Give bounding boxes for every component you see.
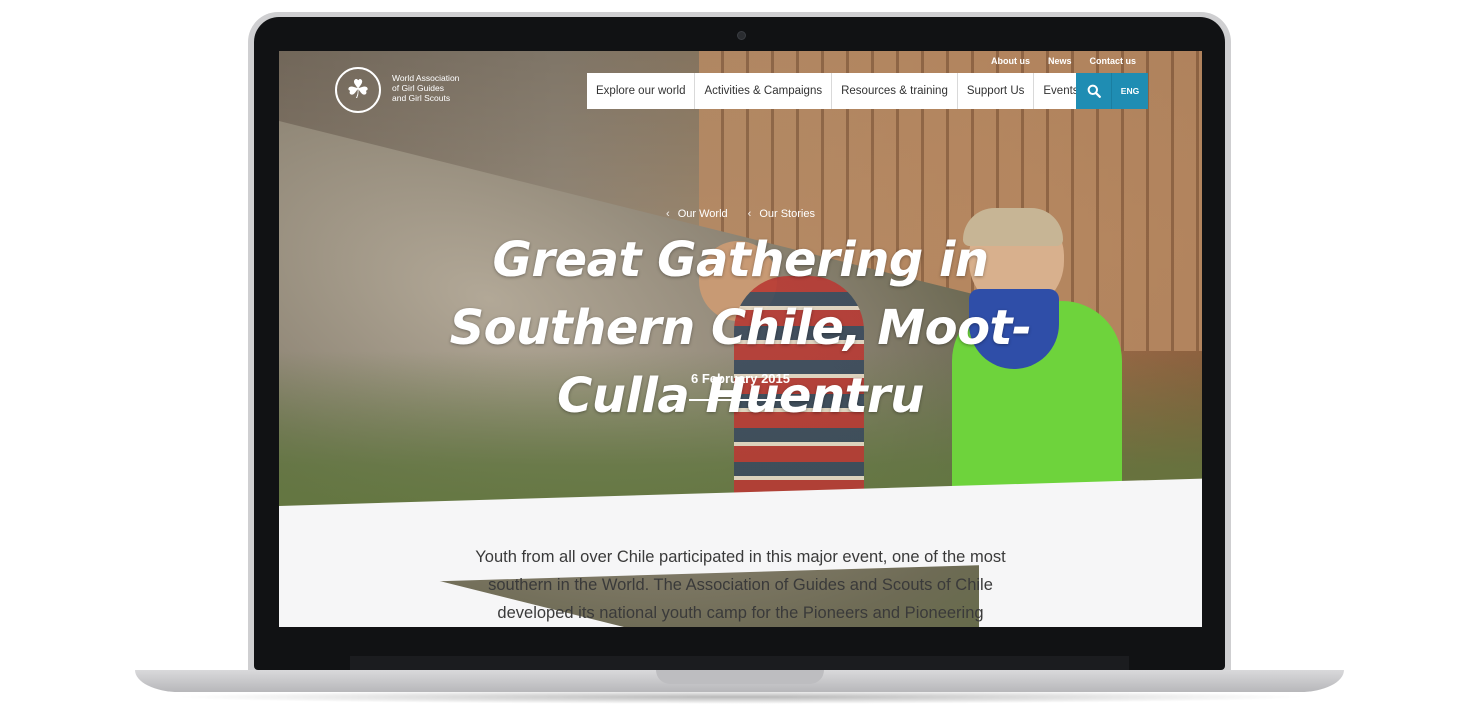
top-links: About us News Contact us	[991, 56, 1136, 66]
chevron-left-icon: ‹	[666, 208, 670, 220]
nav-activities-campaigns[interactable]: Activities & Campaigns	[695, 73, 833, 109]
laptop-shadow	[170, 690, 1310, 704]
nav-resources-training[interactable]: Resources & training	[832, 73, 958, 109]
browser-screen: ☘ World Association of Girl Guides and G…	[279, 51, 1202, 627]
about-us-link[interactable]: About us	[991, 56, 1030, 66]
org-name-line: of Girl Guides	[392, 83, 444, 93]
breadcrumb: ‹ Our World ‹ Our Stories	[279, 208, 1202, 220]
nav-explore-our-world[interactable]: Explore our world	[587, 73, 696, 109]
date-divider	[689, 399, 792, 401]
search-icon	[1087, 84, 1101, 98]
trefoil-icon[interactable]: ☘	[335, 67, 381, 113]
language-button[interactable]: ENG	[1111, 73, 1148, 109]
contact-us-link[interactable]: Contact us	[1089, 56, 1136, 66]
breadcrumb-our-world[interactable]: Our World	[678, 208, 728, 220]
intro-text: Youth from all over Chile participated i…	[475, 548, 1006, 622]
news-link[interactable]: News	[1048, 56, 1072, 66]
org-name-line: World Association	[392, 73, 460, 83]
org-name[interactable]: World Association of Girl Guides and Gir…	[392, 73, 482, 103]
search-button[interactable]	[1076, 73, 1111, 109]
nav-support-us[interactable]: Support Us	[957, 73, 1035, 109]
main-nav: Explore our world Activities & Campaigns…	[587, 73, 1088, 109]
org-name-line: and Girl Scouts	[392, 93, 451, 103]
breadcrumb-our-stories[interactable]: Our Stories	[759, 208, 815, 220]
laptop-notch	[656, 670, 824, 684]
laptop-bezel-bottom	[350, 656, 1129, 670]
camera-icon	[737, 31, 746, 40]
chevron-left-icon: ‹	[747, 208, 752, 220]
publish-date: 6 February 2015	[690, 371, 790, 386]
